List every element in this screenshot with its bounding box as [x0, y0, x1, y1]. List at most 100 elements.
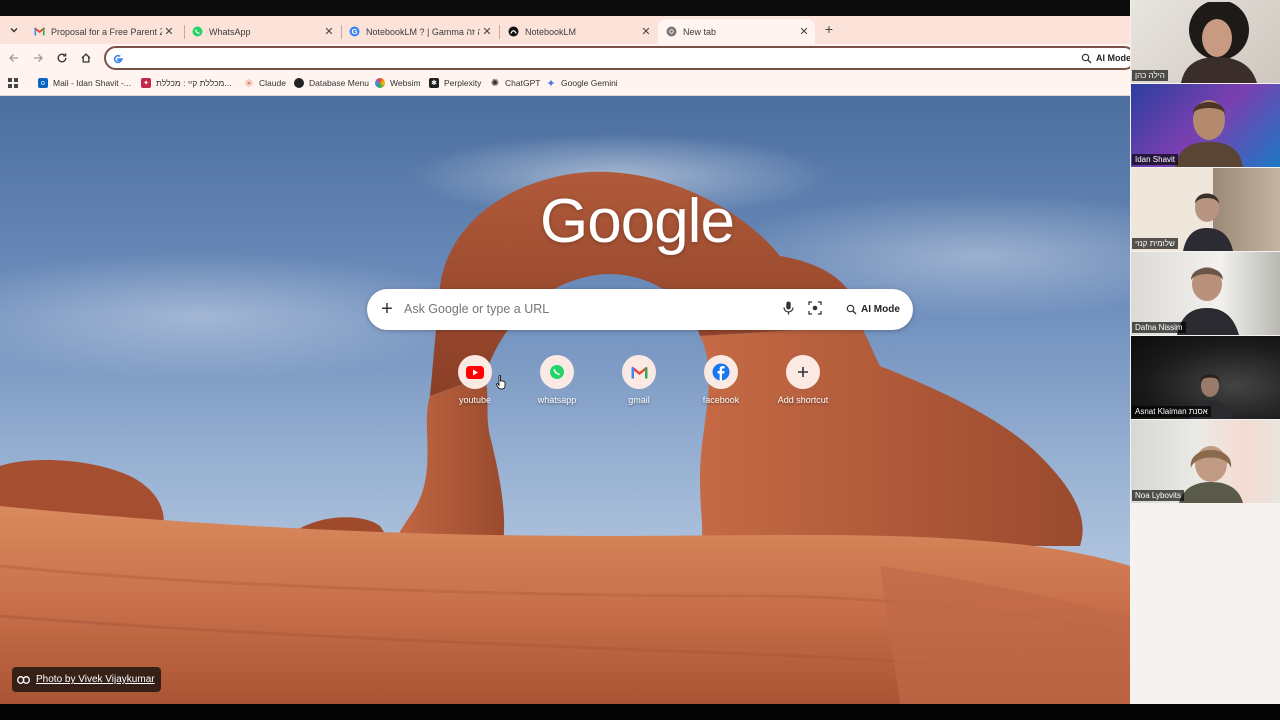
photo-credit-link[interactable]: Photo by Vivek Vijaykumar — [12, 667, 161, 692]
arrow-left-icon — [9, 54, 18, 62]
chrome-icon — [666, 26, 677, 37]
tab-notebooklm[interactable]: NotebookLM ✕ — [500, 19, 657, 44]
hand-cursor-icon — [496, 375, 508, 395]
tab-new-tab[interactable]: New tab ✕ — [658, 19, 815, 44]
participant-video — [1183, 193, 1233, 251]
close-icon[interactable]: ✕ — [480, 25, 494, 38]
participant-name: Noa Lybovits — [1132, 490, 1184, 501]
back-button[interactable] — [5, 49, 23, 67]
bookmark-database-menu[interactable]: Database Menu — [294, 76, 369, 90]
claude-icon: ✳ — [244, 77, 254, 90]
tab-title: NotebookLM ? | Gamma מה זה — [366, 26, 480, 37]
bookmark-mail[interactable]: o Mail - Idan Shavit -... — [38, 76, 131, 90]
bookmark-label: Perplexity — [444, 78, 482, 88]
shortcut-whatsapp[interactable]: whatsapp — [517, 355, 597, 415]
google-logo: Google — [540, 187, 735, 256]
bookmark-label: Mail - Idan Shavit -... — [53, 78, 131, 88]
participant-tile[interactable]: שלומית קנזי — [1131, 168, 1280, 251]
bookmark-websim[interactable]: Websim — [375, 76, 421, 90]
close-icon[interactable]: ✕ — [797, 25, 811, 38]
participant-tile[interactable]: Noa Lybovits — [1131, 420, 1280, 503]
home-icon — [81, 53, 91, 63]
svg-text:G: G — [352, 27, 358, 36]
close-icon[interactable]: ✕ — [639, 25, 653, 38]
tab-title: Proposal for a Free Parent Zoom — [51, 26, 162, 37]
shortcut-gmail[interactable]: gmail — [599, 355, 679, 415]
search-sparkle-icon — [846, 304, 857, 314]
arrow-right-icon — [34, 54, 43, 62]
participant-video — [1175, 100, 1243, 167]
link-icon — [17, 675, 30, 684]
shortcut-label: Add shortcut — [777, 395, 829, 405]
bookmark-label: מכללת קיי : מכללת... — [156, 78, 232, 88]
youtube-icon — [458, 355, 492, 389]
ai-mode-label: AI Mode — [861, 303, 900, 315]
bookmark-label: Database Menu — [309, 78, 370, 88]
tab-title: WhatsApp — [209, 26, 251, 37]
close-icon[interactable]: ✕ — [322, 25, 336, 38]
tab-strip: Proposal for a Free Parent Zoom ✕ WhatsA… — [0, 16, 1130, 44]
ntp-search-box[interactable]: + Ask Google or type a URL AI Mode — [367, 289, 913, 330]
bookmark-claude[interactable]: ✳ Claude — [244, 76, 286, 90]
bookmark-label: Websim — [390, 78, 421, 88]
participant-name: Idan Shavit — [1132, 154, 1179, 165]
participant-name: הילה כהן — [1132, 70, 1168, 81]
bookmark-chatgpt[interactable]: ✺ ChatGPT — [490, 76, 541, 90]
participant-name: Asnat Klaiman אסנת — [1132, 406, 1211, 417]
bookmarks-bar: o Mail - Idan Shavit -... ✦ מכללת קיי : … — [0, 72, 1130, 96]
gmail-icon — [622, 355, 656, 389]
bookmark-gemini[interactable]: ✦ Google Gemini — [546, 76, 618, 90]
bookmark-label: Claude — [259, 78, 286, 88]
address-bar[interactable]: AI Mode — [104, 46, 1136, 70]
participant-tile[interactable]: Dafna Nissim — [1131, 252, 1280, 335]
mic-icon[interactable] — [783, 301, 794, 320]
search-placeholder[interactable]: Ask Google or type a URL — [404, 302, 549, 316]
window-top-strip — [0, 0, 1130, 16]
bookmark-perplexity[interactable]: ✱ Perplexity — [429, 76, 481, 90]
tab-proposal[interactable]: Proposal for a Free Parent Zoom ✕ — [26, 19, 180, 44]
participant-tile[interactable]: Asnat Klaiman אסנת — [1131, 336, 1280, 419]
search-sparkle-icon — [1081, 53, 1092, 63]
reload-button[interactable] — [53, 49, 71, 67]
ai-mode-button[interactable]: AI Mode — [838, 297, 908, 321]
ai-mode-label: AI Mode — [1096, 53, 1131, 63]
lens-icon[interactable] — [808, 301, 822, 320]
apps-button[interactable] — [8, 76, 18, 90]
shortcut-facebook[interactable]: facebook — [681, 355, 761, 415]
bookmark-label: Google Gemini — [561, 78, 618, 88]
photo-credit-text: Photo by Vivek Vijaykumar — [36, 674, 155, 685]
new-tab-button[interactable]: + — [821, 21, 837, 39]
participant-name: שלומית קנזי — [1132, 238, 1178, 249]
window-bottom-strip — [0, 704, 1280, 720]
tab-whatsapp[interactable]: WhatsApp ✕ — [184, 19, 340, 44]
bookmark-label: ChatGPT — [505, 78, 541, 88]
reload-icon — [57, 53, 67, 63]
forward-button[interactable] — [29, 49, 47, 67]
home-button[interactable] — [77, 49, 95, 67]
new-tab-page: Google + Ask Google or type a URL AI Mod… — [0, 96, 1130, 704]
participant-tile[interactable]: הילה כהן — [1131, 0, 1280, 83]
shortcut-label: facebook — [702, 395, 740, 405]
chevron-down-icon — [10, 28, 18, 33]
close-icon[interactable]: ✕ — [162, 25, 176, 38]
database-icon — [294, 78, 304, 88]
whatsapp-icon — [540, 355, 574, 389]
add-attachment-button[interactable]: + — [379, 298, 395, 320]
tab-title: New tab — [683, 26, 717, 37]
tab-search-button[interactable] — [4, 20, 24, 40]
whatsapp-icon — [192, 26, 203, 37]
tab-title: NotebookLM — [525, 26, 577, 37]
google-icon — [112, 52, 124, 70]
add-shortcut-button[interactable]: Add shortcut — [763, 355, 843, 415]
websim-icon — [375, 78, 385, 88]
ai-mode-button[interactable]: AI Mode — [1081, 51, 1131, 65]
participant-name: Dafna Nissim — [1132, 322, 1186, 333]
tab-notebooklm-gamma[interactable]: G NotebookLM ? | Gamma מה זה ✕ — [341, 19, 498, 44]
apps-grid-icon — [8, 78, 18, 88]
bookmark-college[interactable]: ✦ מכללת קיי : מכללת... — [141, 76, 231, 90]
participant-tile[interactable]: Idan Shavit — [1131, 84, 1280, 167]
perplexity-icon: ✱ — [429, 78, 439, 88]
shortcut-label: youtube — [458, 395, 492, 405]
outlook-icon: o — [38, 78, 48, 88]
shortcut-label: gmail — [628, 395, 650, 405]
